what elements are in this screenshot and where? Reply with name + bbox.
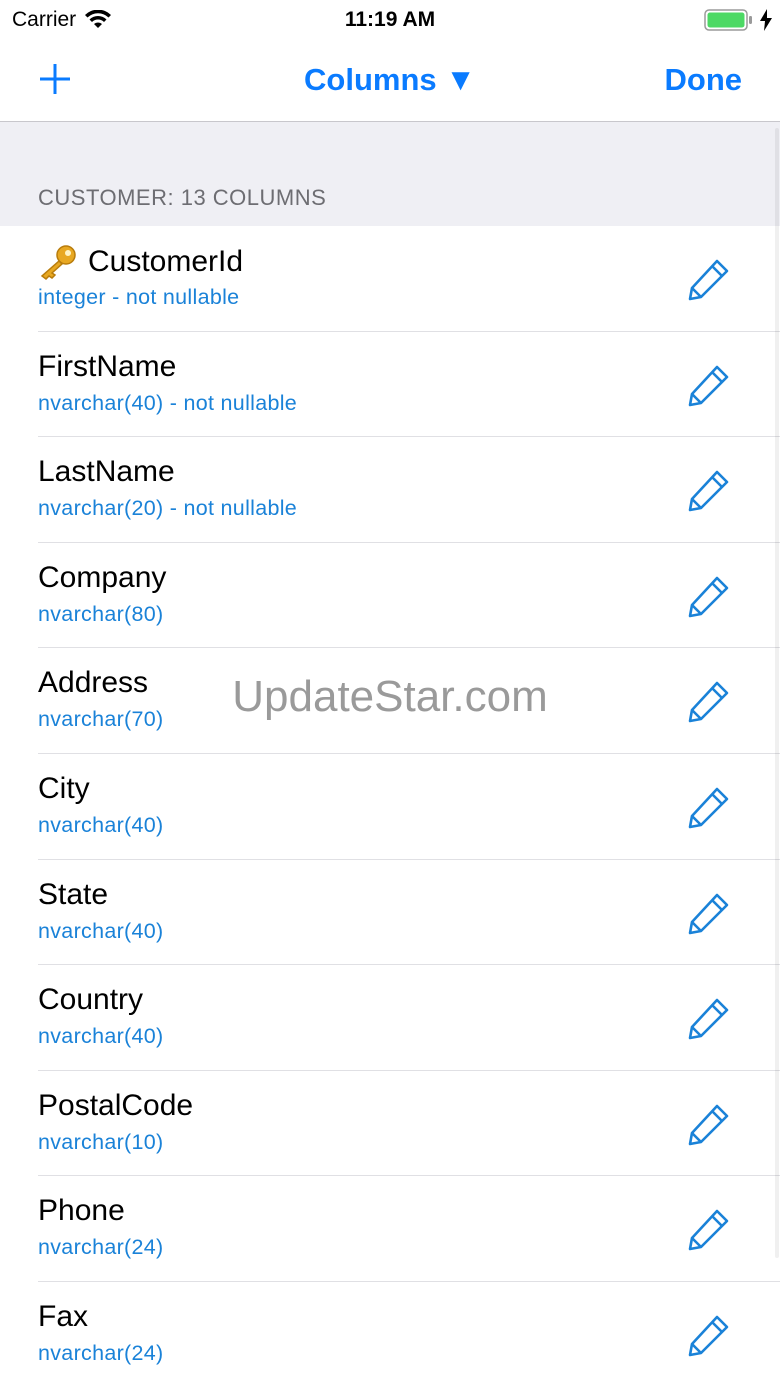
edit-column-button[interactable] — [686, 573, 732, 619]
pencil-icon — [688, 787, 729, 829]
column-row[interactable]: FirstName nvarchar(40) - not nullable — [0, 332, 780, 438]
columns-list: CustomerId integer - not nullable FirstN… — [0, 226, 780, 1387]
scroll-indicator[interactable] — [775, 128, 779, 1258]
battery-indicator — [704, 9, 772, 31]
edit-column-button[interactable] — [686, 1312, 732, 1358]
column-title: Phone — [38, 1194, 125, 1228]
column-row[interactable]: LastName nvarchar(20) - not nullable — [0, 437, 780, 543]
column-name: LastName — [38, 455, 175, 489]
charging-bolt-icon — [760, 9, 772, 31]
column-name: State — [38, 877, 109, 911]
edit-column-button[interactable] — [686, 784, 732, 830]
column-row[interactable]: Fax nvarchar(24) — [0, 1282, 780, 1387]
column-row[interactable]: CustomerId integer - not nullable — [0, 226, 780, 332]
column-title: Address — [38, 666, 148, 700]
column-type: nvarchar(70) — [38, 707, 164, 732]
column-title: Company — [38, 561, 166, 595]
column-row[interactable]: Phone nvarchar(24) — [0, 1176, 780, 1282]
section-header-label: CUSTOMER: 13 COLUMNS — [38, 185, 327, 210]
pencil-icon — [688, 470, 729, 512]
column-title: Country — [38, 983, 143, 1017]
column-name: FirstName — [38, 349, 177, 383]
columns-dropdown[interactable]: Columns ▼ — [0, 62, 780, 98]
pencil-icon — [688, 893, 729, 934]
column-type: integer - not nullable — [38, 285, 240, 309]
column-title: PostalCode — [38, 1089, 193, 1123]
column-row[interactable]: Company nvarchar(80) — [0, 543, 780, 649]
edit-column-button[interactable] — [686, 1206, 732, 1252]
column-type: nvarchar(24) — [38, 1340, 164, 1365]
edit-column-button[interactable] — [686, 256, 732, 302]
column-type: nvarchar(40) — [38, 918, 164, 943]
section-header: CUSTOMER: 13 COLUMNS — [0, 122, 780, 226]
column-name: Address — [38, 666, 149, 700]
status-bar: Carrier 11:19 AM — [0, 0, 780, 40]
pencil-icon — [688, 1210, 729, 1251]
column-row[interactable]: State nvarchar(40) — [0, 860, 780, 966]
column-type: nvarchar(40) — [38, 812, 164, 837]
column-type: nvarchar(40) — [38, 1024, 164, 1049]
edit-column-button[interactable] — [686, 678, 732, 724]
column-row[interactable]: City nvarchar(40) — [0, 754, 780, 860]
column-title: Fax — [38, 1300, 88, 1334]
battery-icon — [704, 9, 752, 31]
column-name: Fax — [38, 1299, 89, 1333]
column-type: nvarchar(80) — [38, 601, 164, 626]
primary-key-icon — [40, 245, 76, 280]
pencil-icon — [688, 365, 729, 406]
column-row[interactable]: Address nvarchar(70) — [0, 648, 780, 754]
column-title: LastName — [38, 455, 175, 489]
column-title: State — [38, 878, 108, 912]
pencil-icon — [688, 1104, 729, 1146]
column-row[interactable]: PostalCode nvarchar(10) — [0, 1071, 780, 1177]
done-button[interactable]: Done — [665, 62, 743, 98]
column-type: nvarchar(40) - not nullable — [38, 390, 298, 415]
pencil-icon — [688, 576, 729, 618]
column-type: nvarchar(20) - not nullable — [38, 496, 298, 521]
status-time: 11:19 AM — [344, 8, 436, 31]
column-name: City — [38, 771, 90, 805]
pencil-icon — [688, 998, 729, 1040]
column-title: City — [38, 772, 90, 806]
column-name: PostalCode — [38, 1088, 194, 1122]
column-name: Phone — [38, 1194, 125, 1228]
column-title: FirstName — [38, 350, 176, 384]
column-row[interactable]: Country nvarchar(40) — [0, 965, 780, 1071]
edit-column-button[interactable] — [686, 362, 732, 408]
pencil-icon — [688, 682, 729, 723]
column-name: CustomerId — [88, 245, 244, 278]
edit-column-button[interactable] — [686, 1101, 732, 1147]
column-name: Company — [38, 560, 167, 594]
edit-column-button[interactable] — [686, 467, 732, 513]
edit-column-button[interactable] — [686, 890, 732, 936]
column-type: nvarchar(24) — [38, 1235, 164, 1260]
column-name: Country — [38, 983, 144, 1017]
column-title: CustomerId — [38, 244, 243, 280]
navigation-bar: Columns ▼ Done — [0, 40, 780, 122]
column-type: nvarchar(10) — [38, 1129, 164, 1154]
pencil-icon — [688, 259, 729, 301]
pencil-icon — [688, 1315, 729, 1357]
edit-column-button[interactable] — [686, 995, 732, 1041]
